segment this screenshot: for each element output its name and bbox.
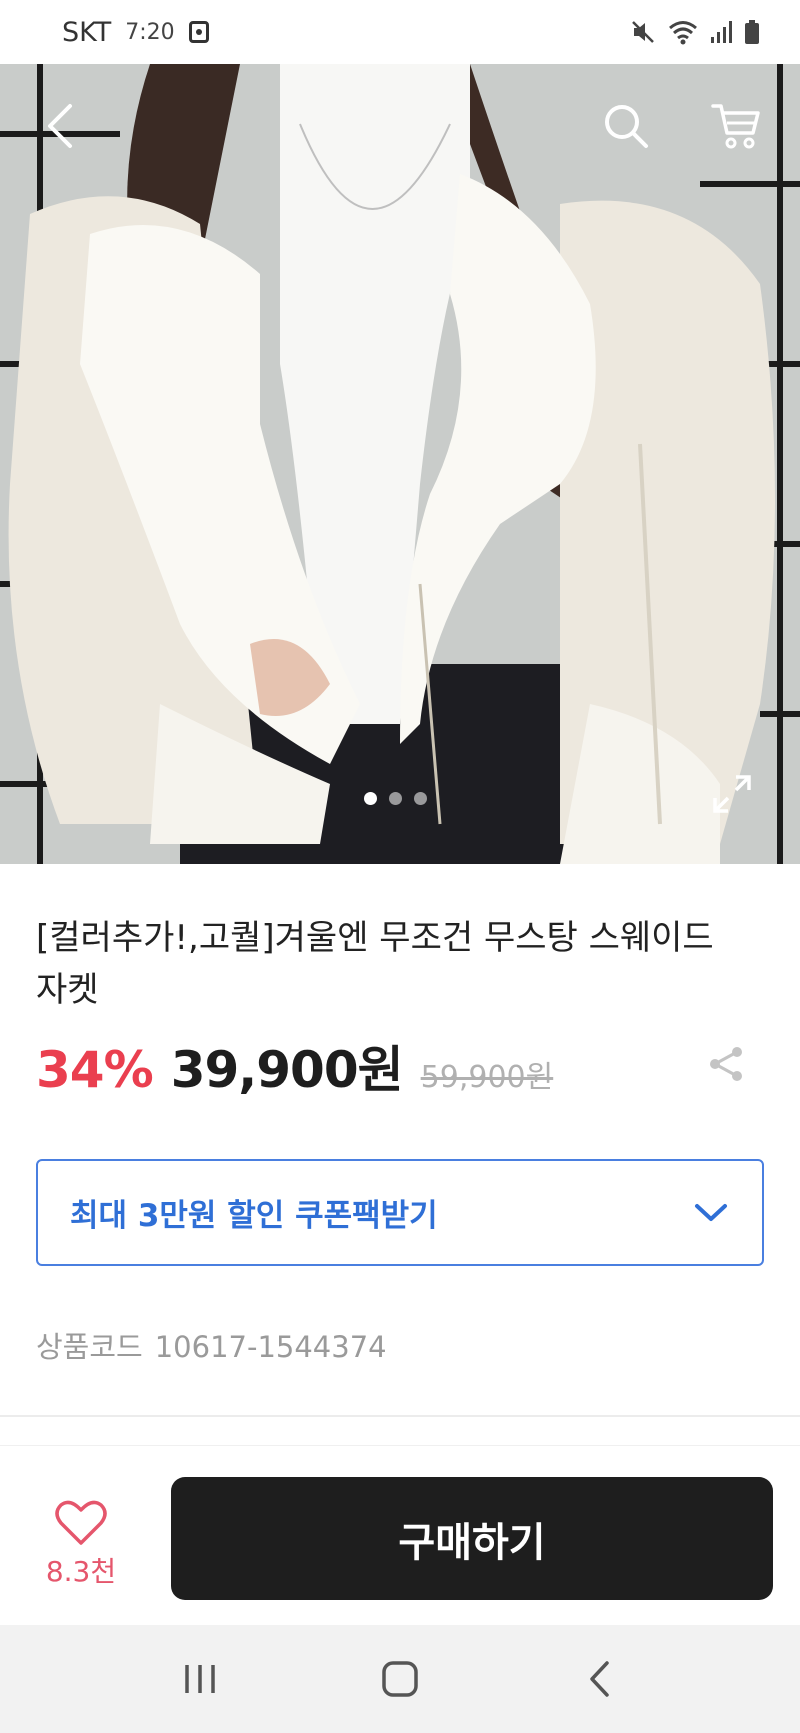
discount-rate: 34% [36, 1041, 154, 1099]
recent-apps-button[interactable] [160, 1639, 240, 1719]
product-code-value: 10617-1544374 [154, 1330, 387, 1364]
back-arrow-icon [48, 104, 72, 148]
sale-price: 39,900원 [170, 1041, 404, 1099]
search-button[interactable] [590, 90, 662, 162]
system-nav-bar [0, 1625, 800, 1733]
wifi-icon [668, 19, 698, 45]
signal-icon [710, 20, 732, 44]
product-image-gallery[interactable] [0, 64, 800, 864]
system-back-button[interactable] [560, 1639, 640, 1719]
like-count: 8.3천 [45, 1555, 117, 1588]
gallery-pagination [364, 792, 427, 805]
like-button[interactable]: 8.3천 [36, 1500, 126, 1600]
back-icon [590, 1661, 609, 1697]
heart-icon [55, 1500, 107, 1545]
status-bar: SKT 7:20 [0, 0, 800, 64]
recent-apps-icon [185, 1665, 215, 1693]
share-button[interactable] [700, 1038, 752, 1090]
home-button[interactable] [360, 1639, 440, 1719]
gallery-dot[interactable] [414, 792, 427, 805]
buy-button[interactable]: 구매하기 [171, 1477, 773, 1600]
section-divider [0, 1415, 800, 1417]
home-icon [382, 1661, 418, 1697]
share-icon [710, 1047, 742, 1081]
carrier-label: SKT [62, 16, 112, 48]
gallery-dot[interactable] [364, 792, 377, 805]
coupon-label: 최대 3만원 할인 쿠폰팩받기 [70, 1198, 438, 1234]
purchase-action-bar: 8.3천 구매하기 [0, 1445, 800, 1625]
product-title: [컬러추가!,고퀄]겨울엔 무조건 무스탕 스웨이드 자켓 [36, 918, 714, 1010]
cart-icon [711, 104, 760, 149]
gallery-dot[interactable] [389, 792, 402, 805]
status-right [630, 19, 760, 45]
status-time: 7:20 [125, 19, 175, 45]
original-price: 59,900원 [420, 1060, 554, 1095]
price-row: 34% 39,900원 59,900원 [36, 1030, 553, 1102]
search-icon [605, 105, 648, 148]
mute-icon [630, 19, 656, 45]
cart-button[interactable] [700, 90, 772, 162]
coupon-dropdown[interactable]: 최대 3만원 할인 쿠폰팩받기 [36, 1159, 764, 1266]
product-code-label: 상품코드 [36, 1330, 143, 1364]
chevron-down-icon [695, 1203, 727, 1221]
expand-button[interactable] [704, 766, 760, 822]
battery-icon [744, 19, 760, 45]
product-code: 상품코드 10617-1544374 [36, 1324, 387, 1366]
expand-icon [713, 775, 751, 813]
notification-app-icon [188, 21, 209, 43]
status-left: SKT 7:20 [62, 17, 209, 48]
back-button[interactable] [24, 90, 96, 162]
product-photo [0, 64, 800, 864]
